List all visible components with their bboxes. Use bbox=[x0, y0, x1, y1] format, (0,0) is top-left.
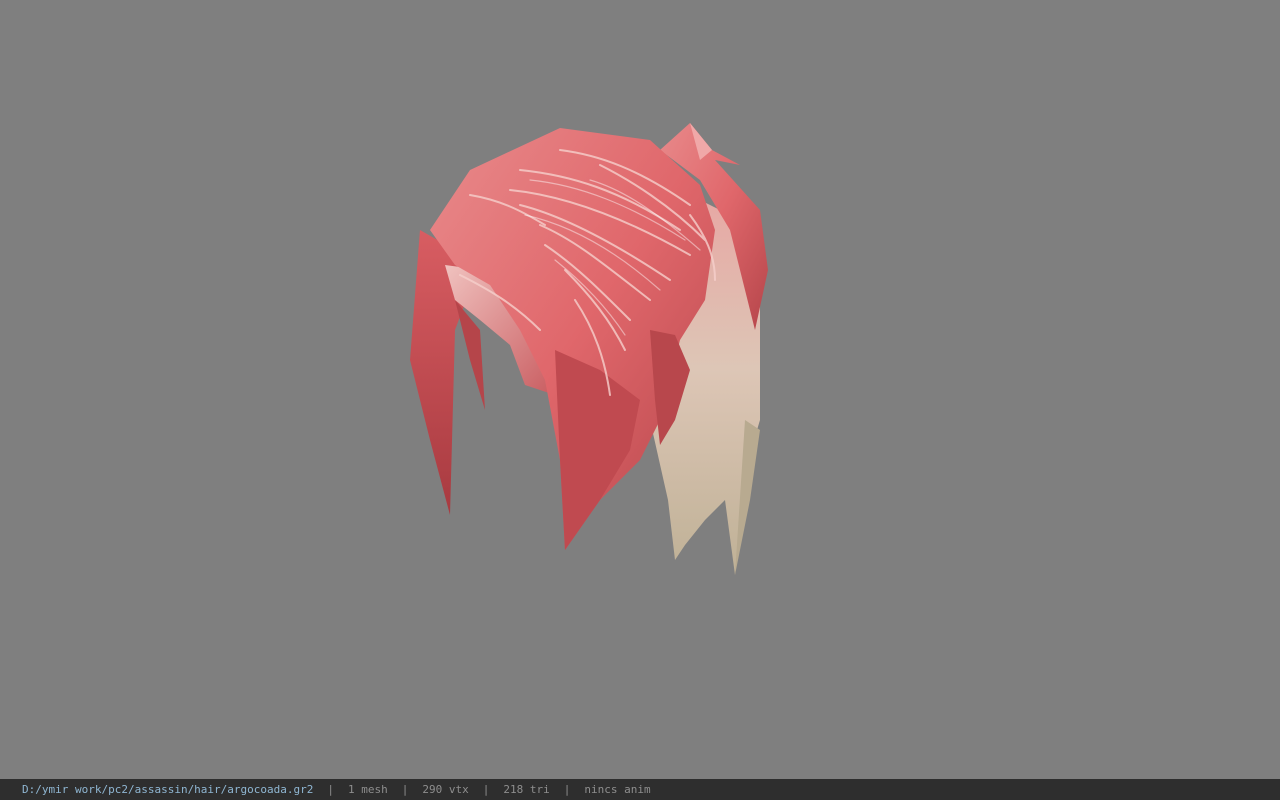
separator: | bbox=[327, 783, 335, 796]
vertex-count: 290 vtx bbox=[422, 783, 469, 796]
animation-status: nincs anim bbox=[584, 783, 651, 796]
3d-viewport[interactable] bbox=[0, 0, 1280, 779]
triangle-count: 218 tri bbox=[503, 783, 550, 796]
hair-model-render bbox=[410, 123, 768, 575]
status-bar: D:/ymir work/pc2/assassin/hair/argocoada… bbox=[0, 779, 1280, 800]
mesh-count: 1 mesh bbox=[348, 783, 388, 796]
separator: | bbox=[401, 783, 409, 796]
separator: | bbox=[563, 783, 571, 796]
file-path: D:/ymir work/pc2/assassin/hair/argocoada… bbox=[22, 783, 314, 796]
separator: | bbox=[482, 783, 490, 796]
